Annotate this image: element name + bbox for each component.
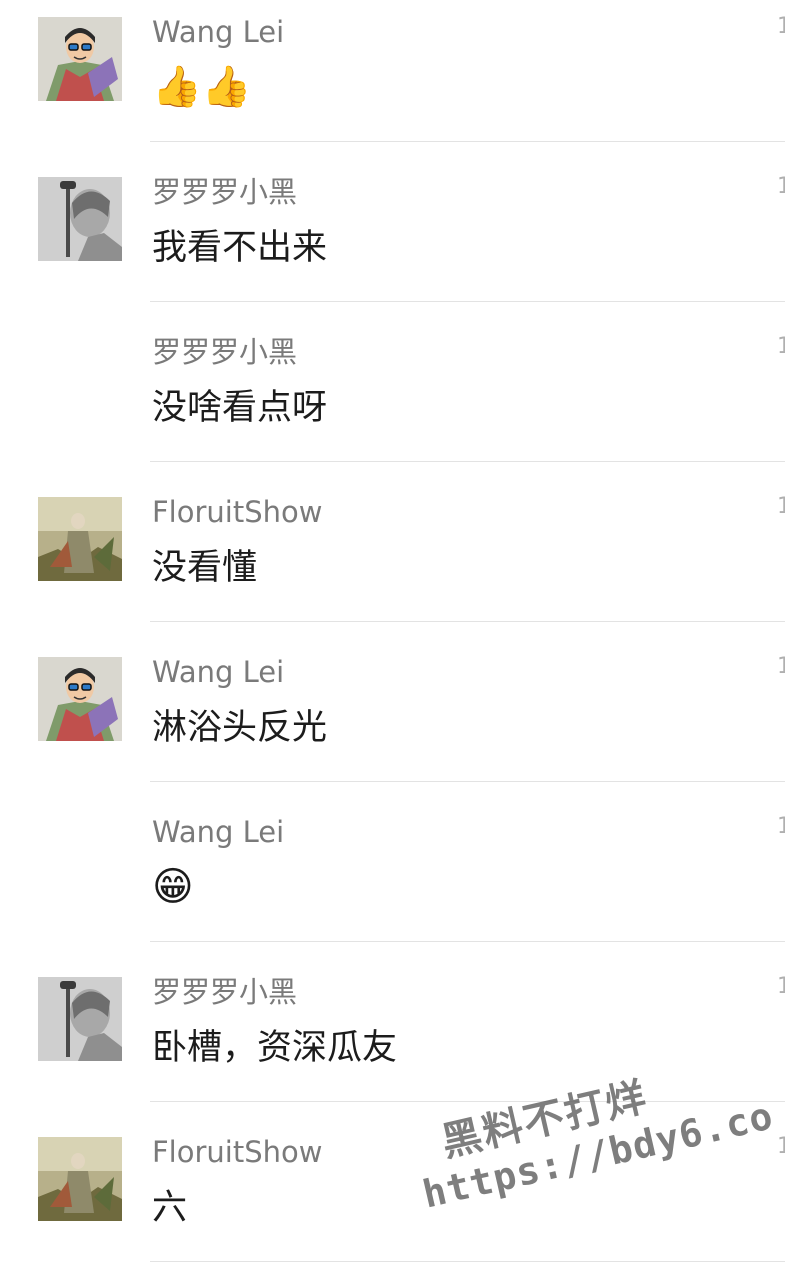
floruitshow-avatar[interactable] [38, 1137, 122, 1221]
comment-text: 没啥看点呀 [152, 388, 328, 428]
comment-row[interactable]: 罗罗罗小黑 没啥看点呀 1 [0, 320, 785, 480]
comment-text: 没看懂 [152, 548, 258, 588]
comment-row[interactable]: Wang Lei 淋浴头反光 1 [0, 640, 785, 800]
commenter-name[interactable]: FloruitShow [152, 494, 322, 530]
row-divider [150, 1101, 785, 1102]
comment-text: 卧槽，资深瓜友 [152, 1028, 398, 1068]
luoluoluo-avatar[interactable] [38, 977, 122, 1061]
comment-row[interactable]: Wang Lei 👍👍 1 [0, 0, 785, 160]
row-divider [150, 781, 785, 782]
row-divider [150, 1261, 785, 1262]
commenter-name[interactable]: 罗罗罗小黑 [152, 334, 297, 370]
wang-lei-avatar[interactable] [38, 17, 122, 101]
comment-time: 1 [777, 174, 785, 199]
comment-text: 👍👍 [152, 64, 252, 110]
comment-row[interactable]: 罗罗罗小黑 卧槽，资深瓜友 1 [0, 960, 785, 1120]
comment-text: 淋浴头反光 [152, 708, 328, 748]
comment-text: 😁 [152, 864, 194, 910]
comment-row[interactable]: FloruitShow 六 1 [0, 1120, 785, 1280]
commenter-name[interactable]: FloruitShow [152, 1134, 322, 1170]
comment-time: 1 [777, 334, 785, 359]
comment-time: 1 [777, 654, 785, 679]
row-divider [150, 461, 785, 462]
comment-row[interactable]: FloruitShow 没看懂 1 [0, 480, 785, 640]
comment-row[interactable]: Wang Lei 😁 1 [0, 800, 785, 960]
row-divider [150, 141, 785, 142]
luoluoluo-avatar[interactable] [38, 177, 122, 261]
comment-time: 1 [777, 494, 785, 519]
comment-time: 1 [777, 974, 785, 999]
row-divider [150, 301, 785, 302]
comment-text: 我看不出来 [152, 228, 328, 268]
comment-time: 1 [777, 814, 785, 839]
commenter-name[interactable]: 罗罗罗小黑 [152, 974, 297, 1010]
floruitshow-avatar[interactable] [38, 497, 122, 581]
row-divider [150, 941, 785, 942]
commenter-name[interactable]: Wang Lei [152, 14, 284, 50]
wang-lei-avatar[interactable] [38, 657, 122, 741]
commenter-name[interactable]: Wang Lei [152, 814, 284, 850]
comment-time: 1 [777, 1134, 785, 1159]
comment-list: Wang Lei 👍👍 1 罗罗罗小黑 我看不出来 1 罗罗罗小黑 没啥看点呀 … [0, 0, 785, 1280]
comment-time: 1 [777, 14, 785, 39]
comment-row[interactable]: 罗罗罗小黑 我看不出来 1 [0, 160, 785, 320]
commenter-name[interactable]: Wang Lei [152, 654, 284, 690]
row-divider [150, 621, 785, 622]
comment-text: 六 [152, 1188, 188, 1228]
commenter-name[interactable]: 罗罗罗小黑 [152, 174, 297, 210]
